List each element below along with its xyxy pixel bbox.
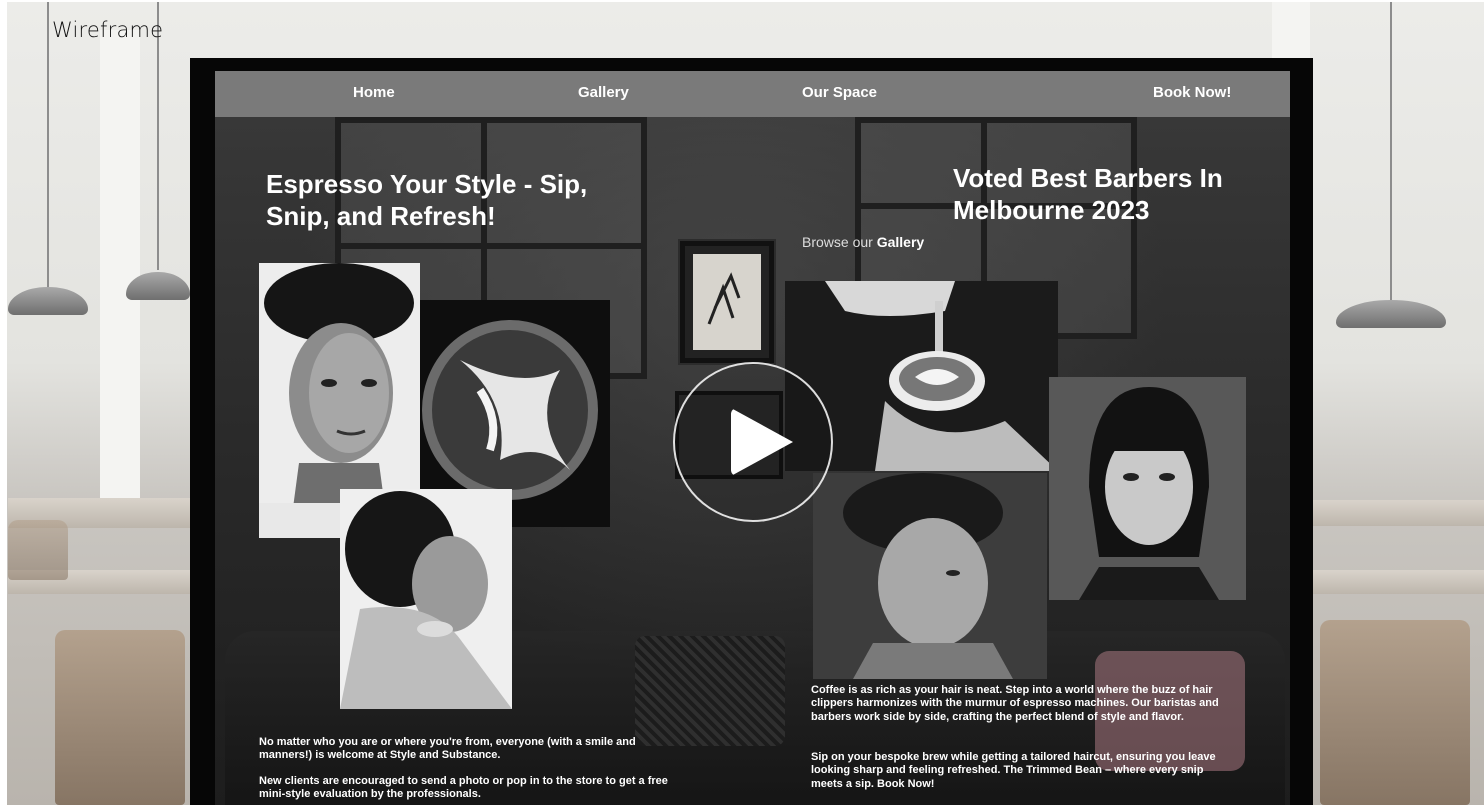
nav-gallery[interactable]: Gallery bbox=[578, 84, 629, 101]
browse-gallery-text: Browse our Gallery bbox=[802, 234, 924, 250]
wall-art bbox=[680, 241, 774, 363]
right-paragraph-2: Sip on your bespoke brew while getting a… bbox=[811, 751, 1216, 790]
left-edge bbox=[0, 0, 7, 805]
headline-right: Voted Best Barbers In Melbourne 2023 bbox=[953, 163, 1223, 225]
nav-home[interactable]: Home bbox=[353, 84, 395, 101]
photo-woman-updo bbox=[340, 489, 512, 709]
left-paragraph-1: No matter who you are or where you're fr… bbox=[259, 736, 636, 762]
right-paragraph-1: Coffee is as rich as your hair is neat. … bbox=[811, 684, 1219, 723]
browse-prefix: Browse our bbox=[802, 234, 873, 250]
navbar: Home Gallery Our Space Book Now! bbox=[215, 71, 1290, 117]
nav-our-space[interactable]: Our Space bbox=[802, 84, 877, 101]
photo-woman-bob bbox=[1049, 377, 1246, 600]
cushion bbox=[635, 636, 785, 746]
play-icon bbox=[731, 408, 793, 476]
wireframe-title: Wireframe bbox=[52, 18, 164, 42]
website-mockup-frame: Home Gallery Our Space Book Now! Espress… bbox=[190, 58, 1313, 805]
play-video-button[interactable] bbox=[673, 362, 833, 522]
photo-man-side-profile bbox=[813, 473, 1047, 679]
left-paragraph-2: New clients are encouraged to send a pho… bbox=[259, 775, 668, 801]
browse-gallery-link[interactable]: Gallery bbox=[877, 234, 924, 250]
top-edge bbox=[0, 0, 1484, 2]
headline-left: Espresso Your Style - Sip, Snip, and Ref… bbox=[266, 169, 588, 231]
nav-book-now[interactable]: Book Now! bbox=[1153, 84, 1231, 101]
hero-section: Home Gallery Our Space Book Now! Espress… bbox=[215, 71, 1290, 805]
